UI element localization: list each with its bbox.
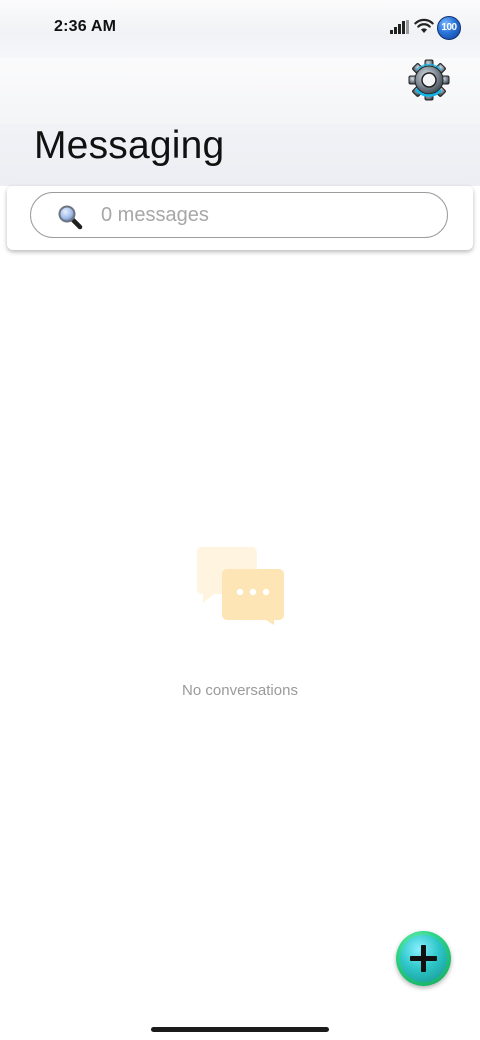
search-card [7, 186, 473, 250]
wifi-icon [414, 18, 434, 33]
home-indicator[interactable] [151, 1027, 329, 1032]
gear-icon [408, 59, 450, 101]
status-time: 2:36 AM [54, 18, 117, 35]
chat-bubbles-icon [197, 547, 284, 625]
empty-state-message: No conversations [182, 682, 298, 699]
search-input[interactable] [101, 199, 431, 231]
settings-button[interactable] [404, 58, 454, 104]
status-bar: 2:36 AM 100 [0, 0, 480, 58]
new-conversation-button[interactable] [396, 931, 451, 986]
messaging-screen: 2:36 AM 100 Messaging 0 messages No conv… [0, 0, 480, 1040]
page-title: Messaging [34, 124, 225, 167]
plus-icon [410, 945, 437, 972]
fab-face [400, 935, 447, 982]
battery-badge: 100 [437, 16, 461, 40]
app-header: Messaging [0, 58, 480, 186]
signal-icon [390, 20, 409, 34]
search-box[interactable] [30, 192, 448, 238]
magnifier-icon [58, 205, 83, 230]
